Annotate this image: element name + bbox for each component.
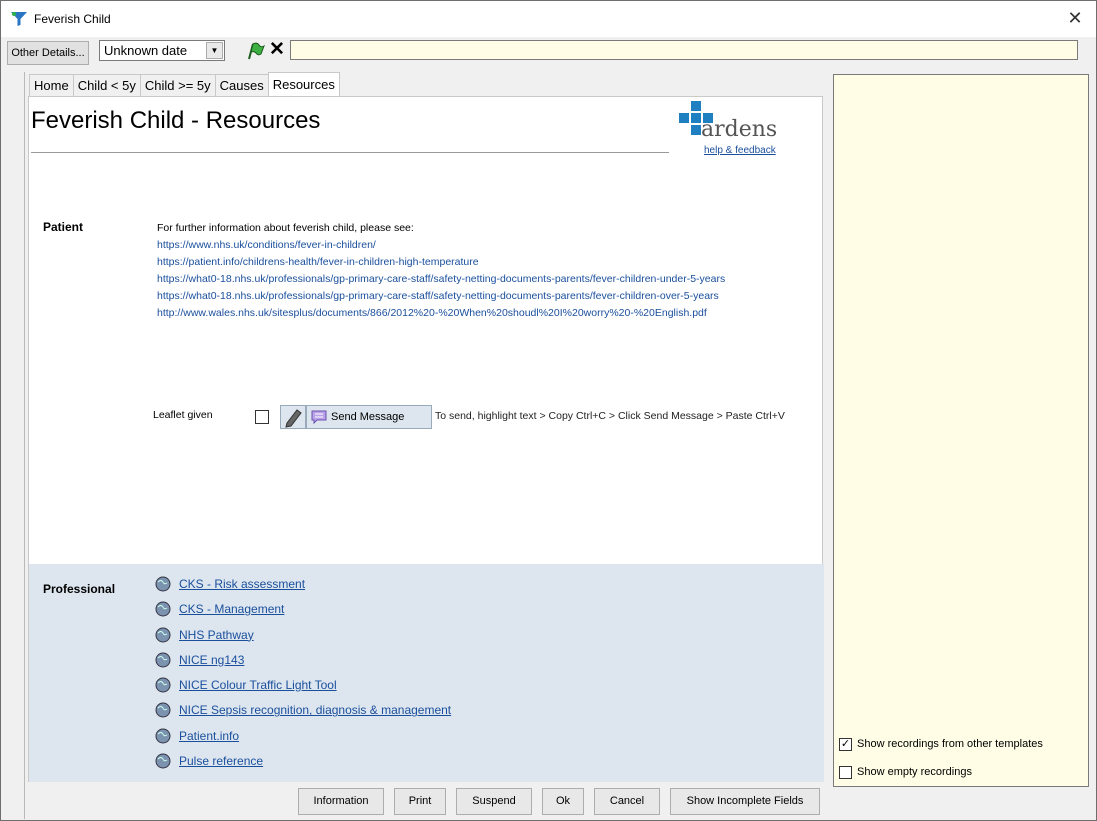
chevron-down-icon[interactable]: ▼ (206, 42, 223, 59)
template-window: Feverish Child ✕ Other Details... Unknow… (0, 0, 1097, 821)
professional-link-text: NHS Pathway (179, 627, 254, 642)
globe-icon (155, 652, 171, 668)
page-title: Feverish Child - Resources (31, 107, 321, 134)
recordings-panel: ✓ Show recordings from other templates S… (833, 74, 1089, 787)
print-button[interactable]: Print (394, 788, 446, 815)
message-icon (311, 410, 327, 424)
show-incomplete-fields-button[interactable]: Show Incomplete Fields (670, 788, 820, 815)
title-divider (31, 152, 669, 153)
clear-x-icon[interactable]: ✕ (267, 40, 287, 60)
tab-resources[interactable]: Resources (267, 72, 340, 96)
professional-link[interactable]: NICE ng143 (153, 648, 451, 673)
patient-link[interactable]: https://what0-18.nhs.uk/professionals/gp… (157, 288, 725, 305)
ok-button[interactable]: Ok (542, 788, 584, 815)
toolbar: Other Details... Unknown date ▼ ✕ (1, 37, 1096, 69)
patient-link[interactable]: http://www.wales.nhs.uk/sitesplus/docume… (157, 305, 725, 322)
funnel-app-icon (11, 12, 27, 26)
main-panel: Home Child < 5y Child >= 5y Causes Resou… (24, 72, 830, 819)
tab-causes[interactable]: Causes (214, 74, 269, 96)
professional-link[interactable]: CKS - Management (153, 597, 451, 622)
show-other-templates-label: Show recordings from other templates (857, 738, 1043, 750)
logo-text: ardens (701, 117, 778, 142)
title-bar: Feverish Child ✕ (1, 1, 1096, 37)
professional-link-text: CKS - Risk assessment (179, 577, 306, 591)
professional-links: CKS - Risk assessment CKS - Management N… (153, 572, 451, 774)
information-button[interactable]: Information (298, 788, 384, 815)
leaflet-row: Leaflet given Send Message To send, high… (153, 405, 823, 429)
patient-link[interactable]: https://what0-18.nhs.uk/professionals/gp… (157, 271, 725, 288)
tab-strip: Home Child < 5y Child >= 5y Causes Resou… (29, 72, 340, 96)
patient-intro: For further information about feverish c… (157, 222, 414, 234)
leaflet-label: Leaflet given (153, 409, 213, 421)
leaflet-checkbox[interactable] (255, 410, 269, 424)
professional-section: Professional CKS - Risk assessment CKS -… (29, 564, 824, 782)
professional-link[interactable]: CKS - Risk assessment (153, 572, 451, 597)
professional-link-text: Patient.info (179, 728, 240, 743)
professional-link[interactable]: Patient.info (153, 724, 451, 749)
globe-icon (155, 601, 171, 617)
date-select[interactable]: Unknown date ▼ (99, 40, 225, 61)
tab-child-5-plus[interactable]: Child >= 5y (139, 74, 216, 96)
resources-page: Feverish Child - Resources ardens help &… (28, 96, 824, 782)
professional-link-text: NICE Sepsis recognition, diagnosis & man… (179, 703, 452, 718)
note-input[interactable] (290, 40, 1078, 60)
professional-link-text: NICE Colour Traffic Light Tool (179, 678, 337, 693)
send-message-button[interactable]: Send Message (306, 405, 432, 429)
window-title: Feverish Child (34, 12, 111, 26)
patient-section-label: Patient (43, 220, 84, 234)
tab-child-under-5[interactable]: Child < 5y (72, 74, 141, 96)
button-bar: Information Print Suspend Ok Cancel Show… (25, 785, 831, 819)
patient-link[interactable]: https://patient.info/childrens-health/fe… (157, 254, 725, 271)
globe-icon (155, 576, 171, 592)
globe-icon (155, 753, 171, 769)
show-empty-label: Show empty recordings (857, 766, 972, 778)
globe-icon (155, 728, 171, 744)
tab-home[interactable]: Home (29, 74, 74, 96)
green-flag-icon[interactable] (245, 41, 265, 61)
pencil-button[interactable] (280, 405, 306, 429)
globe-icon (155, 702, 171, 718)
professional-link-text: NICE ng143 (179, 652, 245, 667)
professional-section-label: Professional (43, 582, 116, 596)
date-select-value: Unknown date (104, 43, 188, 58)
close-icon[interactable]: ✕ (1064, 7, 1086, 29)
patient-info: For further information about feverish c… (157, 220, 725, 322)
globe-icon (155, 677, 171, 693)
professional-link-text: Pulse reference (179, 754, 264, 769)
professional-link[interactable]: NHS Pathway (153, 623, 451, 648)
send-hint: To send, highlight text > Copy Ctrl+C > … (435, 410, 785, 422)
professional-link[interactable]: NICE Sepsis recognition, diagnosis & man… (153, 698, 451, 723)
other-details-button[interactable]: Other Details... (7, 41, 89, 65)
send-message-label: Send Message (331, 411, 405, 423)
show-empty-checkbox[interactable] (839, 766, 852, 779)
professional-link-text: CKS - Management (179, 602, 285, 617)
globe-icon (155, 627, 171, 643)
cancel-button[interactable]: Cancel (594, 788, 660, 815)
professional-link[interactable]: NICE Colour Traffic Light Tool (153, 673, 451, 698)
help-feedback-link[interactable]: help & feedback (704, 145, 776, 156)
pencil-icon (285, 409, 302, 428)
suspend-button[interactable]: Suspend (456, 788, 532, 815)
patient-link[interactable]: https://www.nhs.uk/conditions/fever-in-c… (157, 237, 725, 254)
professional-link[interactable]: Pulse reference (153, 749, 451, 774)
show-other-templates-checkbox[interactable]: ✓ (839, 738, 852, 751)
